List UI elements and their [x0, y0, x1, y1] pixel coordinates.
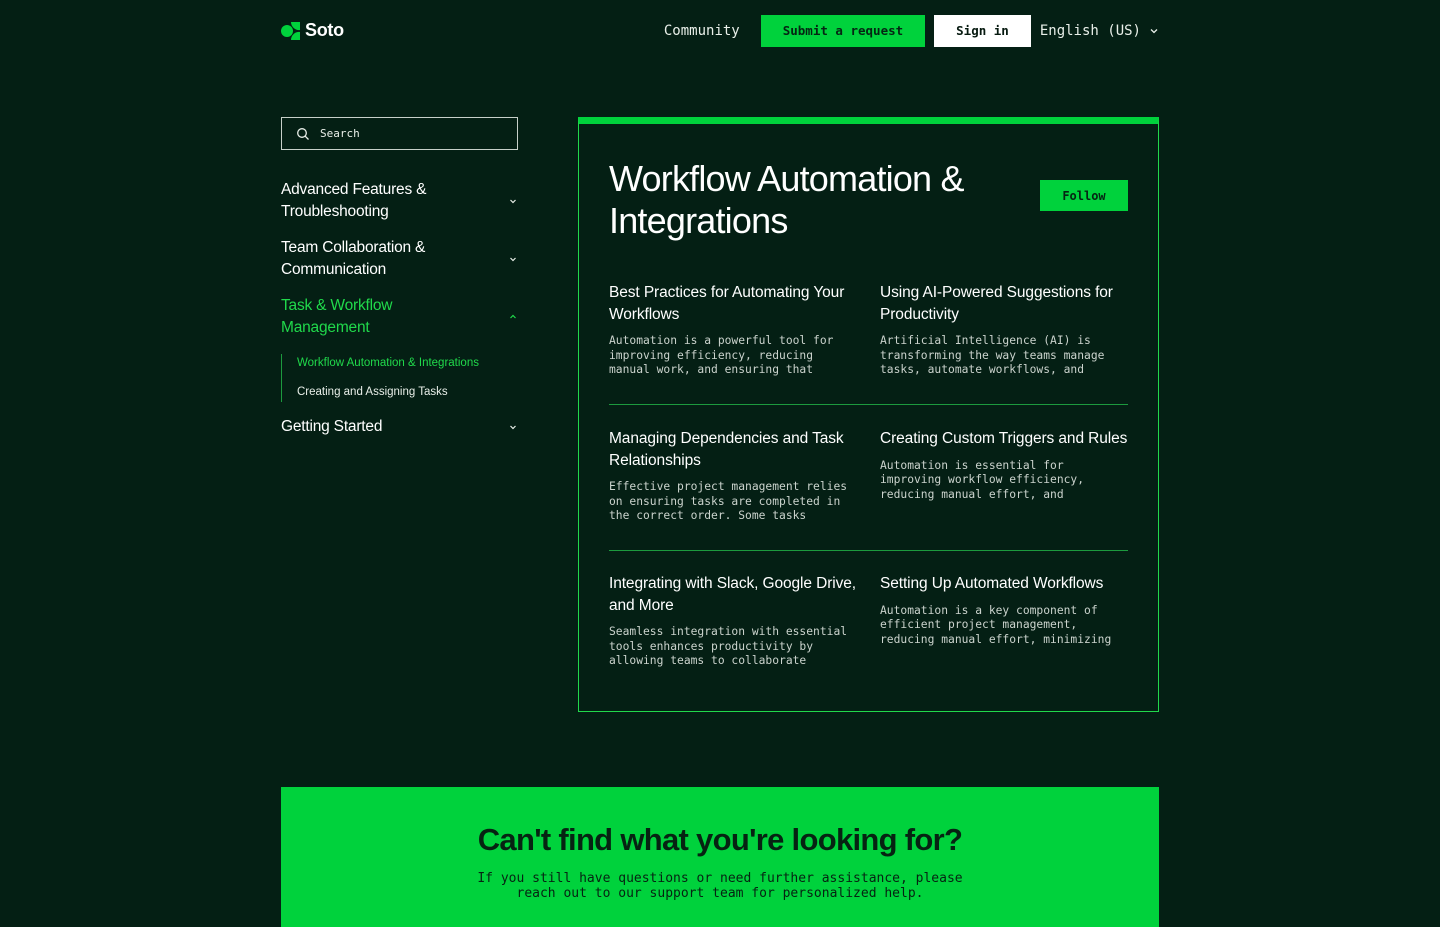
logo[interactable]: Soto: [281, 20, 344, 41]
article-desc: Automation is a key component of efficie…: [880, 603, 1112, 646]
sidebar-group-label: Advanced Features & Troubleshooting: [281, 181, 427, 220]
site-header: Soto Community Submit a request Sign in …: [281, 14, 1159, 47]
chevron-down-icon: [510, 199, 516, 203]
article-item[interactable]: Managing Dependencies and Task Relations…: [609, 428, 857, 524]
search-input[interactable]: [320, 127, 500, 140]
sidebar-sub-list: Workflow Automation & Integrations Creat…: [281, 354, 479, 402]
article-title: Integrating with Slack, Google Drive, an…: [609, 575, 857, 614]
sidebar-group-advanced-features[interactable]: Advanced Features & Troubleshooting: [281, 179, 518, 222]
sidebar-group-label: Task & Workflow Management: [281, 297, 393, 336]
divider: [609, 550, 1128, 551]
sign-in-button[interactable]: Sign in: [934, 14, 1031, 47]
page-title: Workflow Automation & Integrations: [609, 158, 965, 241]
chevron-down-icon: [510, 257, 516, 261]
article-desc: Automation is essential for improving wo…: [880, 458, 1085, 501]
article-desc: Effective project management relies on e…: [609, 480, 848, 523]
article-title: Best Practices for Automating Your Workf…: [609, 284, 845, 323]
article-desc: Seamless integration with essential tool…: [609, 625, 848, 668]
article-title: Creating Custom Triggers and Rules: [880, 430, 1128, 447]
submit-request-button[interactable]: Submit a request: [760, 14, 926, 47]
language-label: English (US): [1039, 22, 1141, 39]
sidebar-group-label: Team Collaboration & Communication: [281, 239, 426, 278]
sidebar-sub-item-workflow-automation[interactable]: Workflow Automation & Integrations: [297, 354, 479, 383]
sidebar-sub-item-creating-tasks[interactable]: Creating and Assigning Tasks: [297, 383, 479, 412]
article-item[interactable]: Best Practices for Automating Your Workf…: [609, 282, 857, 378]
chevron-down-icon: [510, 425, 516, 430]
community-link[interactable]: Community: [664, 23, 740, 39]
help-banner: Can't find what you're looking for? If y…: [281, 787, 1159, 927]
logo-icon: [281, 21, 300, 40]
search-box[interactable]: [281, 117, 518, 150]
follow-button[interactable]: Follow: [1040, 180, 1128, 211]
article-item[interactable]: Using AI-Powered Suggestions for Product…: [880, 282, 1128, 378]
banner-text: If you still have questions or need furt…: [477, 871, 963, 901]
chevron-down-icon: [1150, 28, 1158, 33]
sidebar-group-team-collaboration[interactable]: Team Collaboration & Communication: [281, 237, 518, 280]
article-title: Using AI-Powered Suggestions for Product…: [880, 284, 1113, 323]
divider: [609, 404, 1128, 405]
article-desc: Artificial Intelligence (AI) is transfor…: [880, 334, 1105, 377]
sidebar-group-task-workflow[interactable]: Task & Workflow Management: [281, 295, 518, 338]
banner-title: Can't find what you're looking for?: [477, 822, 963, 857]
article-desc: Automation is a powerful tool for improv…: [609, 334, 834, 377]
sidebar-group-getting-started[interactable]: Getting Started: [281, 416, 518, 438]
logo-text: Soto: [305, 20, 344, 40]
top-nav: Community Submit a request Sign in Engli…: [664, 14, 1159, 47]
article-title: Managing Dependencies and Task Relations…: [609, 430, 844, 469]
chevron-up-icon: [510, 314, 516, 318]
article-item[interactable]: Creating Custom Triggers and Rules Autom…: [880, 428, 1128, 502]
article-title: Setting Up Automated Workflows: [880, 575, 1104, 592]
article-item[interactable]: Integrating with Slack, Google Drive, an…: [609, 573, 857, 669]
search-icon: [297, 127, 309, 140]
section-card: Workflow Automation & Integrations Follo…: [578, 117, 1159, 712]
article-item[interactable]: Setting Up Automated Workflows Automatio…: [880, 573, 1128, 647]
language-selector[interactable]: English (US): [1040, 23, 1159, 39]
sidebar-group-label: Getting Started: [281, 418, 383, 435]
